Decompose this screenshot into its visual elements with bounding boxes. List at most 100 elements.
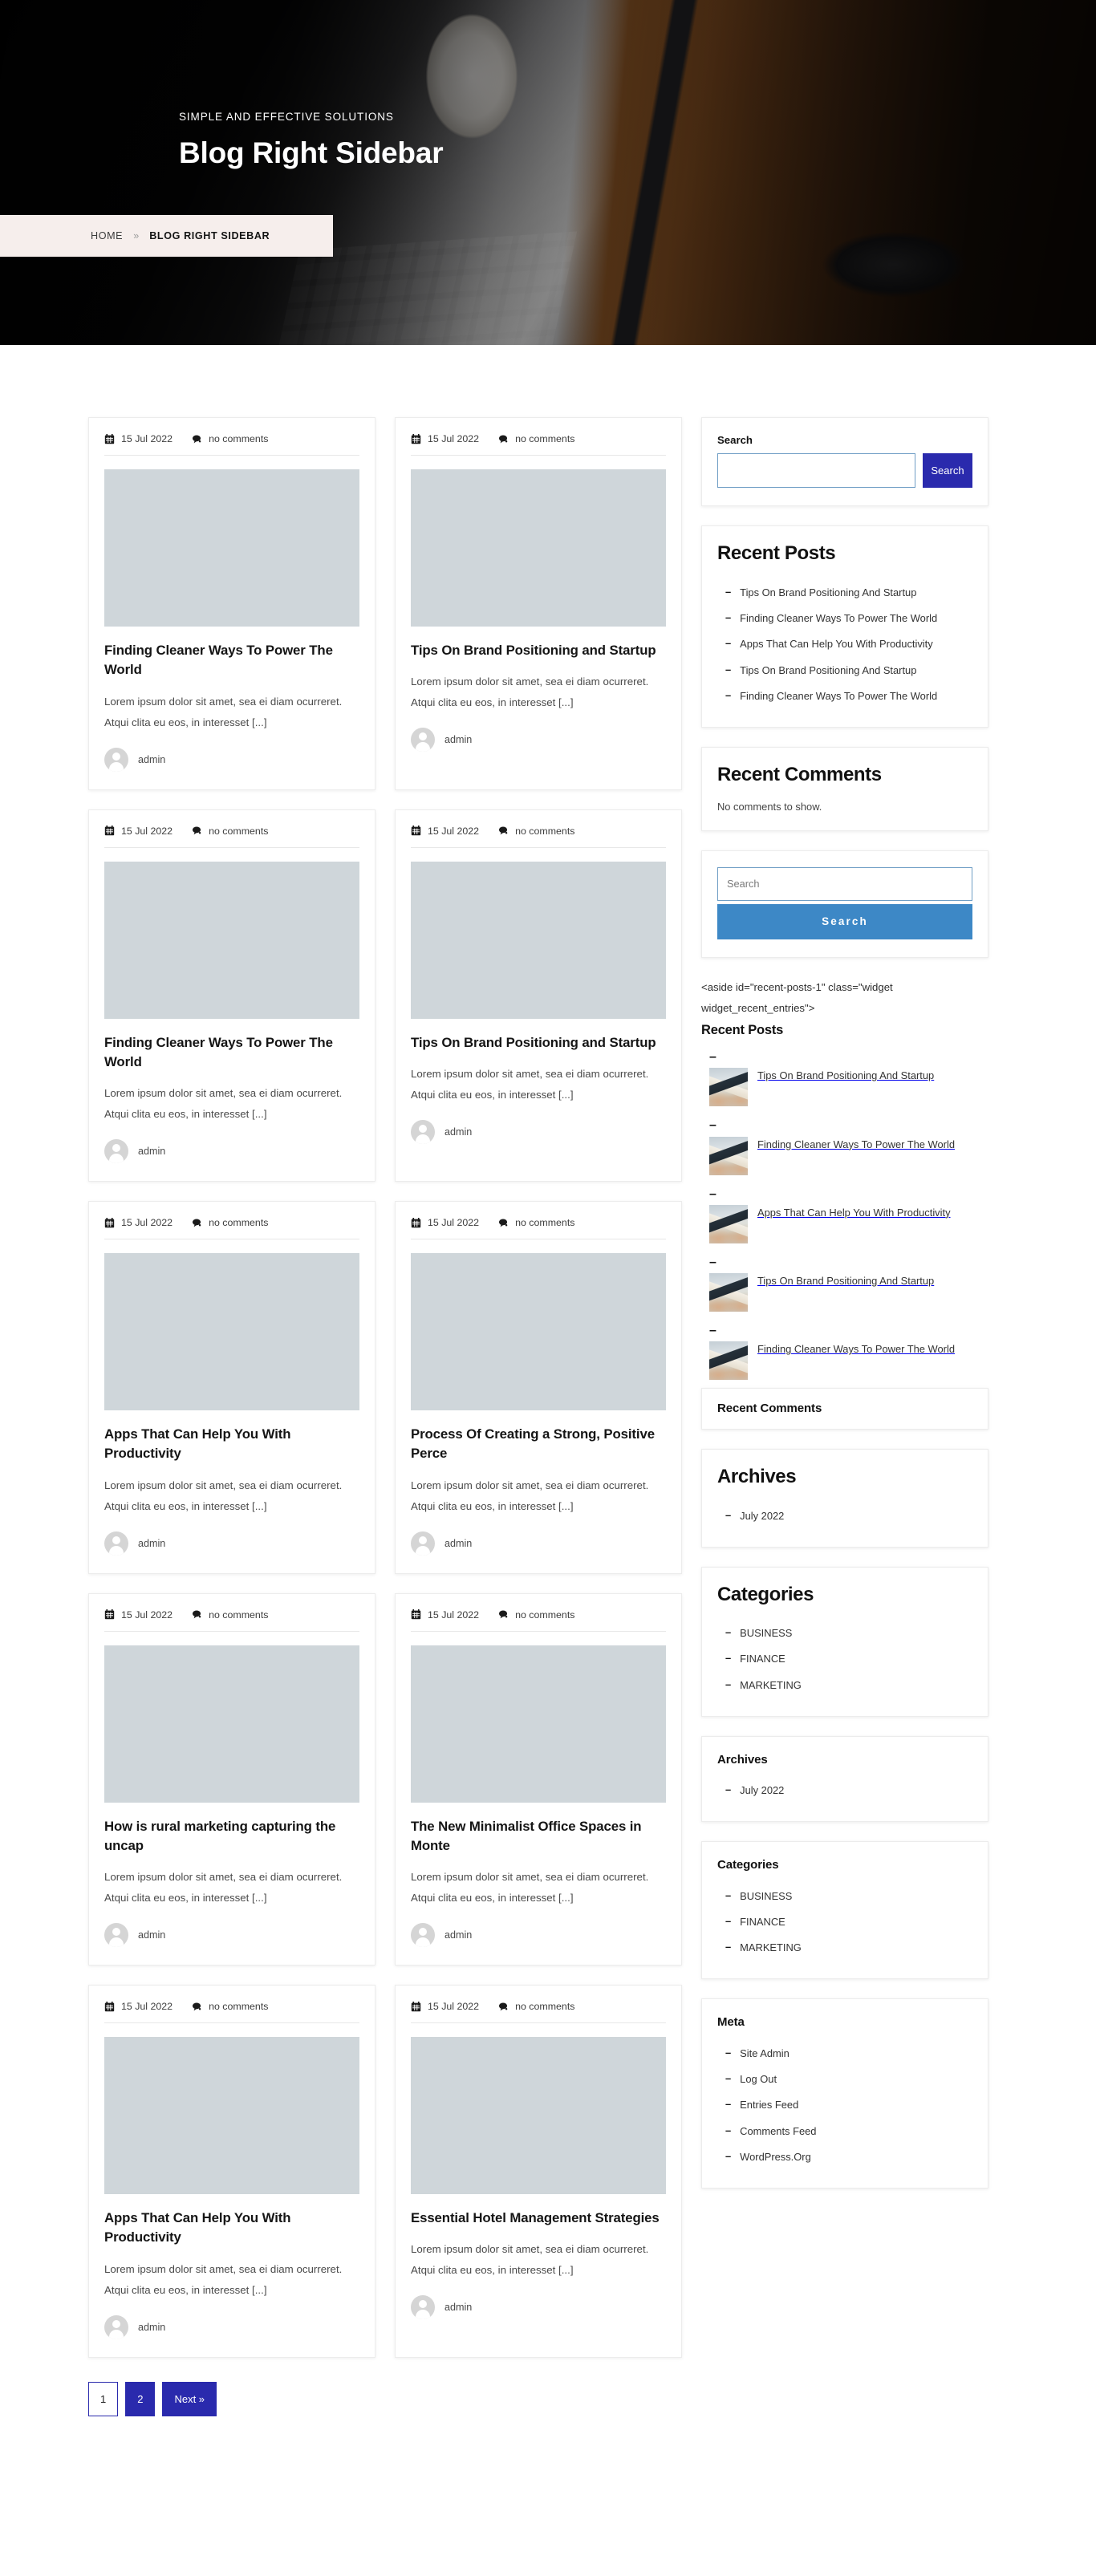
post-author: admin [104,1923,359,1948]
post-card[interactable]: 15 Jul 2022 no comments Finding Cleaner Wa… [88,417,375,790]
post-date: 15 Jul 2022 [411,433,479,444]
post-thumbnail[interactable] [411,2037,666,2195]
meta-link[interactable]: Log Out [740,2071,777,2087]
post-date: 15 Jul 2022 [411,826,479,837]
post-title[interactable]: Finding Cleaner Ways To Power The World [104,641,359,680]
recent-post-link[interactable]: Tips On Brand Positioning And Startup [740,663,916,678]
meta-link[interactable]: Comments Feed [740,2124,816,2139]
recent-post-thumb-link[interactable]: Tips On Brand Positioning And Startup [709,1068,988,1107]
archive-link[interactable]: July 2022 [740,1508,784,1523]
list-item: – Finding Cleaner Ways To Power The World [701,1114,988,1183]
pagination-link[interactable]: Next » [162,2381,217,2416]
post-title[interactable]: Tips On Brand Positioning and Startup [411,641,666,660]
sidebar: Search Search Recent Posts – Tips On Bran… [701,417,988,2208]
post-comments[interactable]: no comments [192,1217,268,1228]
post-card[interactable]: 15 Jul 2022 no comments Essential Hotel Ma… [395,1985,682,2358]
post-card[interactable]: 15 Jul 2022 no comments Apps That Can Help… [88,1985,375,2358]
post-card[interactable]: 15 Jul 2022 no comments Process Of Creatin… [395,1201,682,1574]
widget-meta: Meta – Site Admin – Log Out – Entries Feed – Co… [701,1998,988,2189]
post-thumbnail[interactable] [104,861,359,1019]
breadcrumb-item-home[interactable]: HOME [91,230,123,241]
recent-post-thumb-link[interactable]: Finding Cleaner Ways To Power The World [709,1136,988,1175]
categories-list: – BUSINESS – FINANCE – MARKETING [717,1621,972,1698]
post-card[interactable]: 15 Jul 2022 no comments Tips On Brand Posi… [395,417,682,790]
post-comments[interactable]: no comments [192,1609,268,1621]
recent-post-thumb-link[interactable]: Tips On Brand Positioning And Startup [709,1273,988,1312]
search-button[interactable]: Search [923,453,972,488]
category-link[interactable]: FINANCE [740,1914,785,1929]
post-title[interactable]: The New Minimalist Office Spaces in Mont… [411,1817,666,1856]
post-card[interactable]: 15 Jul 2022 no comments How is rural marke… [88,1592,375,1966]
post-card[interactable]: 15 Jul 2022 no comments Finding Cleaner Wa… [88,809,375,1183]
post-comments[interactable]: no comments [498,1609,574,1621]
search-input-secondary[interactable] [717,866,972,901]
post-date-text: 15 Jul 2022 [428,2001,480,2013]
post-date: 15 Jul 2022 [104,1609,173,1621]
recent-post-thumb-link[interactable]: Apps That Can Help You With Productivity [709,1204,988,1243]
post-title[interactable]: How is rural marketing capturing the unc… [104,1817,359,1856]
post-title[interactable]: Process Of Creating a Strong, Positive P… [411,1425,666,1464]
post-title[interactable]: Essential Hotel Management Strategies [411,2209,666,2228]
post-thumbnail[interactable] [411,1645,666,1803]
post-card[interactable]: 15 Jul 2022 no comments Apps That Can Help… [88,1201,375,1574]
post-date: 15 Jul 2022 [104,826,173,837]
calendar-icon [104,826,115,836]
recent-post-thumb-link[interactable]: Finding Cleaner Ways To Power The World [709,1341,988,1381]
post-thumbnail[interactable] [411,1253,666,1411]
post-title[interactable]: Apps That Can Help You With Productivity [104,1425,359,1464]
post-thumbnail[interactable] [411,469,666,627]
post-card[interactable]: 15 Jul 2022 no comments Tips On Brand Posi… [395,809,682,1183]
post-thumbnail[interactable] [104,2037,359,2195]
post-comments[interactable]: no comments [498,433,574,444]
recent-post-link[interactable]: Apps That Can Help You With Productivity [740,636,933,651]
post-excerpt: Lorem ipsum dolor sit amet, sea ei diam … [104,1871,343,1905]
search-input[interactable] [717,453,915,488]
recent-post-link[interactable]: Finding Cleaner Ways To Power The World [740,688,937,704]
recent-post-thumb-title: Finding Cleaner Ways To Power The World [757,1138,955,1150]
comment-icon [498,434,509,444]
dash-bullet-icon: – [709,1324,716,1338]
post-comments-text: no comments [209,1608,269,1621]
page-hero: SIMPLE AND EFFECTIVE SOLUTIONS Blog Righ… [0,0,1096,345]
widget-search: Search Search [701,417,988,506]
search-button-secondary[interactable]: Search [717,903,972,939]
post-thumbnail[interactable] [104,1645,359,1803]
post-thumbnail[interactable] [104,1253,359,1411]
meta-link[interactable]: WordPress.Org [740,2149,811,2164]
avatar [104,2314,128,2339]
post-comments[interactable]: no comments [498,826,574,837]
pagination: 1 2 Next » [88,2381,682,2416]
post-title[interactable]: Tips On Brand Positioning and Startup [411,1033,666,1053]
category-link[interactable]: BUSINESS [740,1625,792,1641]
post-thumbnail[interactable] [411,861,666,1019]
category-link[interactable]: MARKETING [740,1677,802,1693]
recent-post-link[interactable]: Finding Cleaner Ways To Power The World [740,611,937,626]
post-comments[interactable]: no comments [192,2001,268,2012]
archive-link[interactable]: July 2022 [740,1783,784,1798]
dash-bullet-icon: – [709,1118,716,1133]
comment-icon [498,1218,509,1228]
meta-link[interactable]: Site Admin [740,2046,790,2061]
recent-post-link[interactable]: Tips On Brand Positioning And Startup [740,585,916,600]
avatar [411,1531,435,1556]
pagination-current[interactable]: 1 [88,2381,119,2416]
category-link[interactable]: MARKETING [740,1940,802,1955]
post-comments[interactable]: no comments [498,2001,574,2012]
meta-link[interactable]: Entries Feed [740,2097,798,2112]
post-comments[interactable]: no comments [192,826,268,837]
post-author-name: admin [138,753,166,765]
category-link[interactable]: BUSINESS [740,1888,792,1904]
post-comments[interactable]: no comments [192,433,268,444]
list-item: – MARKETING [717,1935,972,1961]
category-link[interactable]: FINANCE [740,1651,785,1666]
post-card[interactable]: 15 Jul 2022 no comments The New Minimalist… [395,1592,682,1966]
post-comments[interactable]: no comments [498,1217,574,1228]
post-title[interactable]: Finding Cleaner Ways To Power The World [104,1033,359,1073]
comment-icon [192,1609,202,1620]
post-thumbnail[interactable] [104,469,359,627]
recent-comments-empty-text: No comments to show. [717,800,822,813]
post-meta: 15 Jul 2022 no comments [104,826,359,848]
post-thumbnail-small [709,1204,748,1243]
pagination-link[interactable]: 2 [125,2381,156,2416]
post-title[interactable]: Apps That Can Help You With Productivity [104,2209,359,2248]
